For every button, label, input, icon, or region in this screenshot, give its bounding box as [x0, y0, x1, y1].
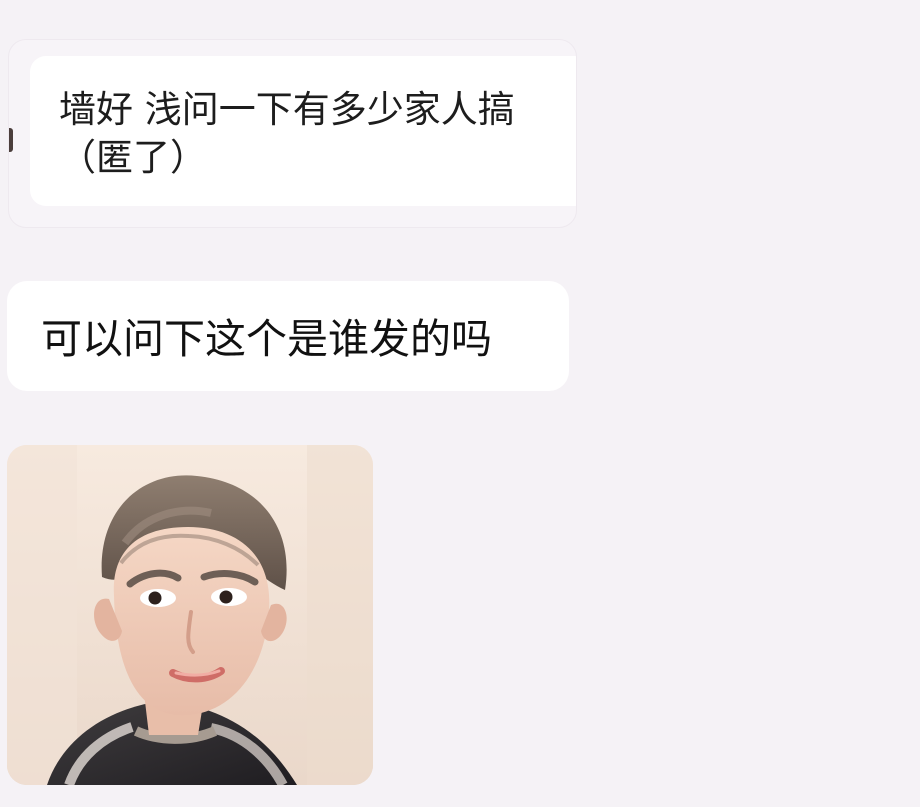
quoted-message-bubble[interactable]: 墙好 浅问一下有多少家人搞 （匿了）: [30, 56, 576, 206]
quoted-message-line-2: （匿了）: [59, 136, 207, 179]
image-message[interactable]: [7, 445, 373, 785]
quote-avatar-edge: [9, 128, 13, 152]
chat-message-text: 可以问下这个是谁发的吗: [41, 315, 492, 363]
quoted-message-line-1: 墙好 浅问一下有多少家人搞: [59, 88, 515, 131]
quoted-message-card[interactable]: 墙好 浅问一下有多少家人搞 （匿了）: [8, 39, 577, 228]
person-photo-icon: [7, 445, 373, 785]
chat-message-bubble[interactable]: 可以问下这个是谁发的吗: [7, 281, 569, 391]
